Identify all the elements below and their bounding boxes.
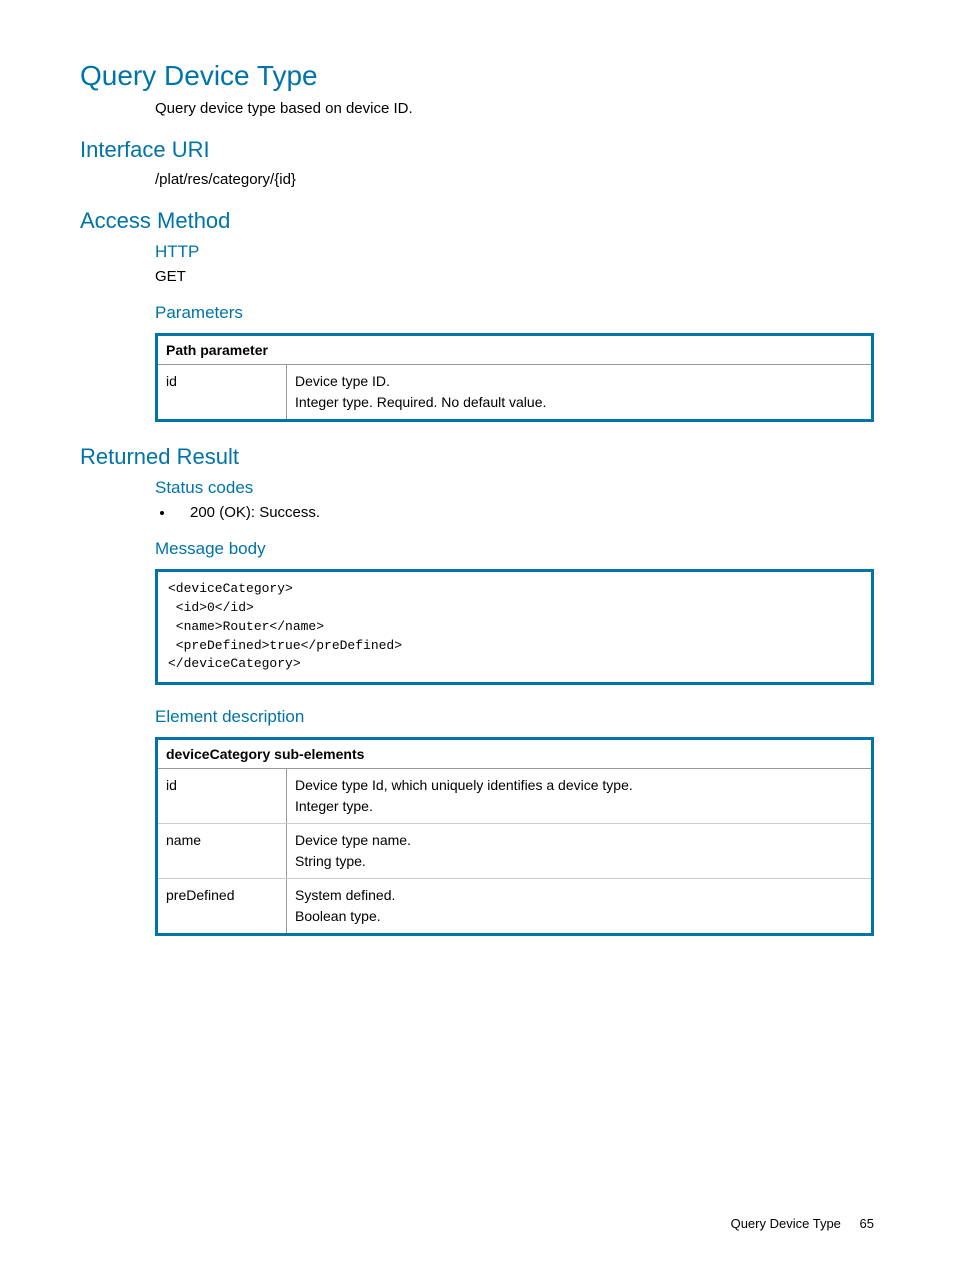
element-description-table: deviceCategory sub-elements id Device ty… [155, 737, 874, 936]
table-row: name Device type name. String type. [157, 824, 873, 879]
elem-desc-line2: String type. [295, 853, 366, 869]
intro-text: Query device type based on device ID. [155, 100, 874, 117]
elem-desc-line1: Device type name. [295, 832, 411, 848]
param-name: id [157, 365, 287, 421]
parameters-heading: Parameters [155, 303, 874, 323]
access-method-heading: Access Method [80, 208, 874, 234]
message-body-heading: Message body [155, 539, 874, 559]
footer-page: 65 [860, 1216, 874, 1231]
elem-name: id [157, 769, 287, 824]
param-desc-line2: Integer type. Required. No default value… [295, 394, 546, 410]
parameters-table: Path parameter id Device type ID. Intege… [155, 333, 874, 422]
footer: Query Device Type 65 [731, 1216, 874, 1231]
elem-name: name [157, 824, 287, 879]
elem-desc-line2: Integer type. [295, 798, 373, 814]
status-codes-list: 200 (OK): Success. [175, 504, 874, 521]
http-heading: HTTP [155, 242, 874, 262]
http-method: GET [155, 268, 874, 285]
status-codes-heading: Status codes [155, 478, 874, 498]
elem-desc-line1: System defined. [295, 887, 395, 903]
elem-desc: Device type name. String type. [287, 824, 873, 879]
elem-desc-line1: Device type Id, which uniquely identifie… [295, 777, 633, 793]
table-row: id Device type Id, which uniquely identi… [157, 769, 873, 824]
returned-result-heading: Returned Result [80, 444, 874, 470]
element-table-header: deviceCategory sub-elements [157, 739, 873, 769]
param-desc: Device type ID. Integer type. Required. … [287, 365, 873, 421]
interface-uri-value: /plat/res/category/{id} [155, 171, 874, 188]
elem-desc-line2: Boolean type. [295, 908, 381, 924]
param-desc-line1: Device type ID. [295, 373, 390, 389]
elem-desc: Device type Id, which uniquely identifie… [287, 769, 873, 824]
table-row: preDefined System defined. Boolean type. [157, 879, 873, 935]
interface-uri-heading: Interface URI [80, 137, 874, 163]
message-body-code: <deviceCategory> <id>0</id> <name>Router… [155, 569, 874, 685]
elem-name: preDefined [157, 879, 287, 935]
footer-label: Query Device Type [731, 1216, 841, 1231]
list-item: 200 (OK): Success. [175, 504, 874, 521]
table-row: id Device type ID. Integer type. Require… [157, 365, 873, 421]
parameters-table-header: Path parameter [157, 335, 873, 365]
element-description-heading: Element description [155, 707, 874, 727]
page-title: Query Device Type [80, 60, 874, 92]
elem-desc: System defined. Boolean type. [287, 879, 873, 935]
